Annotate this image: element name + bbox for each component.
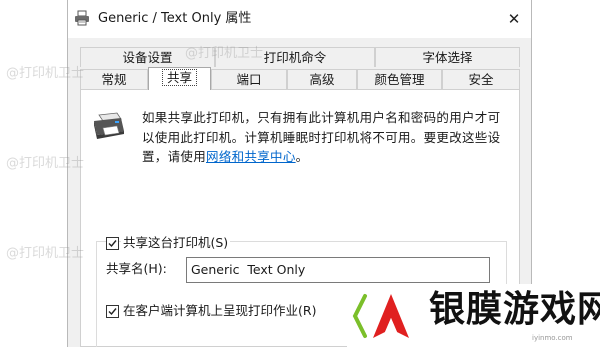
close-icon: ✕ xyxy=(507,10,521,28)
description-suffix: 。 xyxy=(295,149,309,164)
logo-text: 银膜游戏网 xyxy=(429,289,600,330)
checkmark-icon xyxy=(108,308,117,316)
render-jobs-checkbox[interactable] xyxy=(106,305,119,318)
close-button[interactable]: ✕ xyxy=(502,8,526,30)
share-printer-label[interactable]: 共享这台打印机(S) xyxy=(121,235,231,251)
tab-ports[interactable]: 端口 xyxy=(211,69,287,89)
properties-window: Generic / Text Only 属性 ✕ 设备设置 打印机命令 字体选择… xyxy=(0,0,600,347)
printer-title-icon xyxy=(75,10,89,26)
site-logo: 银膜游戏网 iyinmo.com xyxy=(347,284,600,347)
logo-mark-icon xyxy=(352,294,409,338)
share-name-input[interactable]: Generic Text Only xyxy=(186,257,490,283)
background-left xyxy=(0,0,67,347)
tab-color-management[interactable]: 颜色管理 xyxy=(357,69,442,89)
description-text: 如果共享此打印机，只有拥有此计算机用户名和密码的用户才可以使用此打印机。计算机睡… xyxy=(142,110,501,164)
network-sharing-center-link[interactable]: 网络和共享中心 xyxy=(206,149,296,164)
window-title: Generic / Text Only 属性 xyxy=(98,11,252,26)
share-name-label: 共享名(H): xyxy=(106,261,167,276)
tab-label: 打印机命令 xyxy=(263,50,327,65)
share-printer-checkbox[interactable] xyxy=(106,237,119,250)
tab-advanced[interactable]: 高级 xyxy=(287,69,357,89)
tab-label: 安全 xyxy=(468,72,494,87)
tab-general[interactable]: 常规 xyxy=(80,69,148,89)
window-border-left xyxy=(67,0,68,347)
tab-label: 字体选择 xyxy=(422,50,473,65)
checkmark-icon xyxy=(108,240,117,248)
tab-label: 高级 xyxy=(309,72,335,87)
tab-security[interactable]: 安全 xyxy=(442,69,520,89)
tab-label: 端口 xyxy=(236,72,262,87)
tab-label: 设备设置 xyxy=(122,50,173,65)
tab-sharing[interactable]: 共享 xyxy=(148,67,211,90)
printer-icon xyxy=(94,112,124,139)
logo-subtext: iyinmo.com xyxy=(532,334,573,342)
tab-label: 常规 xyxy=(101,72,127,87)
tab-printer-commands[interactable]: 打印机命令 xyxy=(215,47,375,67)
sharing-description: 如果共享此打印机，只有拥有此计算机用户名和密码的用户才可以使用此打印机。计算机睡… xyxy=(142,108,512,167)
tab-label: 颜色管理 xyxy=(374,72,425,87)
tab-font-selection[interactable]: 字体选择 xyxy=(375,47,520,67)
tab-device-settings[interactable]: 设备设置 xyxy=(80,47,215,67)
render-jobs-label[interactable]: 在客户端计算机上呈现打印作业(R) xyxy=(121,303,319,319)
tab-label: 共享 xyxy=(161,69,197,86)
